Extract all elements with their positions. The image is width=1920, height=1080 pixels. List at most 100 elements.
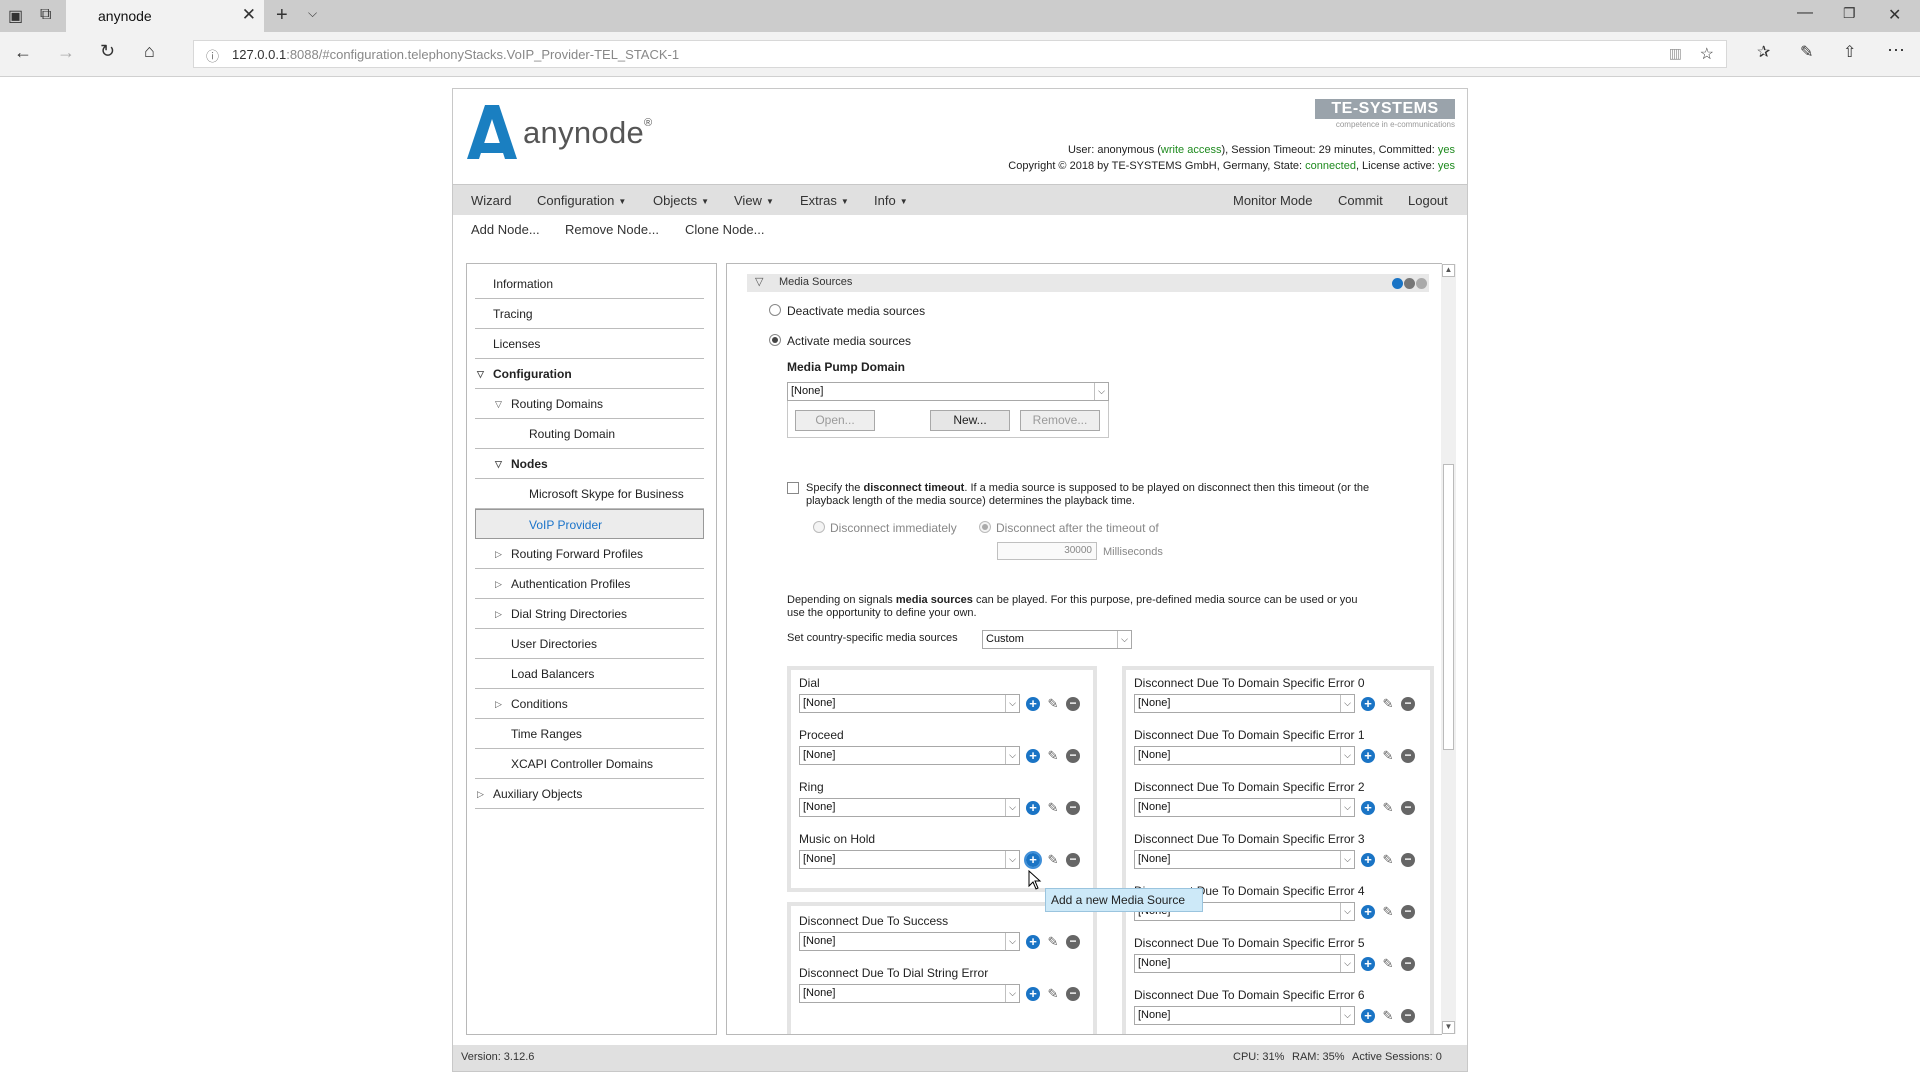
add-media-source-icon[interactable]: +	[1361, 697, 1375, 711]
clone-node-button[interactable]: Clone Node...	[685, 222, 765, 237]
expand-down-icon[interactable]: ▽	[495, 399, 502, 410]
tab-list-chevron-icon[interactable]: ⌵	[308, 6, 317, 21]
back-icon[interactable]: ←	[14, 42, 32, 63]
collapse-section-icon[interactable]: ▽	[755, 275, 763, 288]
close-window-icon[interactable]: ✕	[1888, 5, 1901, 25]
browser-tab[interactable]: anynode ✕	[66, 0, 264, 32]
copy-section-icon[interactable]	[1404, 278, 1415, 289]
url-field[interactable]: ⓘ 127.0.0.1:8088/#configuration.telephon…	[193, 40, 1727, 68]
remove-media-source-icon[interactable]: −	[1401, 749, 1415, 763]
remove-media-source-icon[interactable]: −	[1066, 935, 1080, 949]
favorite-star-icon[interactable]: ☆	[1700, 44, 1714, 64]
more-options-icon[interactable]: ⋯	[1887, 40, 1905, 61]
add-media-source-icon[interactable]: +	[1361, 801, 1375, 815]
add-media-source-icon[interactable]: +	[1026, 749, 1040, 763]
edit-section-icon[interactable]	[1416, 278, 1427, 289]
sidebar-item-conditions[interactable]: ▷ Conditions	[475, 689, 704, 719]
media-source-select[interactable]: [None]⌵	[799, 850, 1020, 869]
sidebar-item-skype[interactable]: Microsoft Skype for Business	[475, 479, 704, 509]
expand-down-icon[interactable]: ▽	[495, 459, 502, 470]
logout-button[interactable]: Logout	[1408, 193, 1448, 208]
media-pump-domain-select[interactable]: [None] ⌵	[787, 382, 1109, 401]
reading-view-icon[interactable]: ▥	[1669, 45, 1682, 62]
edit-media-source-icon[interactable]: ✎	[1381, 801, 1395, 815]
remove-media-source-icon[interactable]: −	[1066, 697, 1080, 711]
forward-icon[interactable]: →	[57, 42, 75, 63]
new-tab-icon[interactable]: +	[276, 4, 288, 27]
add-media-source-icon[interactable]: +	[1361, 905, 1375, 919]
remove-media-source-icon[interactable]: −	[1401, 957, 1415, 971]
sidebar-item-nodes[interactable]: ▽ Nodes	[475, 449, 704, 479]
sidebar-item-routing-domain[interactable]: Routing Domain	[475, 419, 704, 449]
sidebar-item-configuration[interactable]: ▽ Configuration	[475, 359, 704, 389]
expand-right-icon[interactable]: ▷	[495, 609, 502, 620]
sidebar-item-time-ranges[interactable]: Time Ranges	[475, 719, 704, 749]
media-source-select[interactable]: [None]⌵	[799, 984, 1020, 1003]
remove-media-source-icon[interactable]: −	[1066, 987, 1080, 1001]
activate-radio[interactable]	[769, 334, 781, 346]
media-source-select[interactable]: [None]⌵	[1134, 746, 1355, 765]
scroll-thumb[interactable]	[1443, 464, 1454, 750]
add-media-source-icon[interactable]: +	[1026, 987, 1040, 1001]
minimize-icon[interactable]: —	[1797, 4, 1813, 22]
media-source-select[interactable]: [None]⌵	[1134, 798, 1355, 817]
deactivate-radio[interactable]	[769, 304, 781, 316]
edit-media-source-icon[interactable]: ✎	[1381, 1009, 1395, 1023]
add-media-source-icon[interactable]: +	[1361, 1009, 1375, 1023]
expand-right-icon[interactable]: ▷	[477, 789, 484, 800]
close-tab-icon[interactable]: ✕	[242, 5, 256, 25]
remove-media-source-icon[interactable]: −	[1401, 853, 1415, 867]
sidebar-item-xcapi-controller-domains[interactable]: XCAPI Controller Domains	[475, 749, 704, 779]
edit-media-source-icon[interactable]: ✎	[1381, 697, 1395, 711]
menu-objects[interactable]: Objects ▼	[653, 193, 709, 208]
sidebar-item-licenses[interactable]: Licenses	[475, 329, 704, 359]
remove-media-source-icon[interactable]: −	[1066, 749, 1080, 763]
expand-right-icon[interactable]: ▷	[495, 699, 502, 710]
sidebar-item-load-balancers[interactable]: Load Balancers	[475, 659, 704, 689]
add-media-source-icon[interactable]: +	[1024, 851, 1042, 869]
scroll-up-icon[interactable]: ▲	[1442, 264, 1455, 277]
timeout-input[interactable]: 30000	[997, 542, 1097, 560]
menu-info[interactable]: Info ▼	[874, 193, 908, 208]
remove-media-source-icon[interactable]: −	[1401, 1009, 1415, 1023]
open-button[interactable]: Open...	[795, 410, 875, 431]
remove-media-source-icon[interactable]: −	[1401, 905, 1415, 919]
scroll-down-icon[interactable]: ▼	[1442, 1021, 1455, 1034]
remove-button[interactable]: Remove...	[1020, 410, 1100, 431]
media-source-select[interactable]: [None]⌵	[799, 798, 1020, 817]
edit-media-source-icon[interactable]: ✎	[1381, 957, 1395, 971]
disconnect-immediately-radio[interactable]	[813, 521, 825, 533]
add-media-source-icon[interactable]: +	[1361, 957, 1375, 971]
remove-media-source-icon[interactable]: −	[1401, 697, 1415, 711]
site-info-icon[interactable]: ⓘ	[206, 46, 219, 65]
media-source-select[interactable]: [None]⌵	[799, 694, 1020, 713]
sidebar-item-information[interactable]: Information	[475, 269, 704, 299]
remove-media-source-icon[interactable]: −	[1066, 853, 1080, 867]
media-source-select[interactable]: [None]⌵	[1134, 694, 1355, 713]
edit-media-source-icon[interactable]: ✎	[1046, 853, 1060, 867]
add-media-source-icon[interactable]: +	[1361, 749, 1375, 763]
media-source-select[interactable]: [None]⌵	[1134, 850, 1355, 869]
remove-media-source-icon[interactable]: −	[1401, 801, 1415, 815]
sidebar-item-user-directories[interactable]: User Directories	[475, 629, 704, 659]
media-source-select[interactable]: [None]⌵	[1134, 1006, 1355, 1025]
menu-view[interactable]: View ▼	[734, 193, 774, 208]
add-media-source-icon[interactable]: +	[1026, 697, 1040, 711]
country-select[interactable]: Custom ⌵	[982, 630, 1132, 649]
tabs-aside-icon[interactable]: ⧉	[40, 6, 51, 24]
content-scrollbar[interactable]: ▲ ▼	[1441, 264, 1456, 1034]
edit-media-source-icon[interactable]: ✎	[1046, 697, 1060, 711]
sidebar-item-auxiliary-objects[interactable]: ▷ Auxiliary Objects	[475, 779, 704, 809]
menu-configuration[interactable]: Configuration ▼	[537, 193, 626, 208]
sidebar-item-dial-string-directories[interactable]: ▷ Dial String Directories	[475, 599, 704, 629]
tab-actions-icon[interactable]: ▣	[8, 6, 23, 26]
favorites-hub-icon[interactable]: ✰	[1757, 42, 1770, 62]
edit-media-source-icon[interactable]: ✎	[1046, 935, 1060, 949]
home-icon[interactable]: ⌂	[144, 41, 155, 62]
commit-button[interactable]: Commit	[1338, 193, 1383, 208]
sidebar-item-tracing[interactable]: Tracing	[475, 299, 704, 329]
expand-down-icon[interactable]: ▽	[477, 369, 484, 380]
add-section-icon[interactable]	[1392, 278, 1403, 289]
edit-media-source-icon[interactable]: ✎	[1046, 749, 1060, 763]
media-source-select[interactable]: [None]⌵	[1134, 954, 1355, 973]
